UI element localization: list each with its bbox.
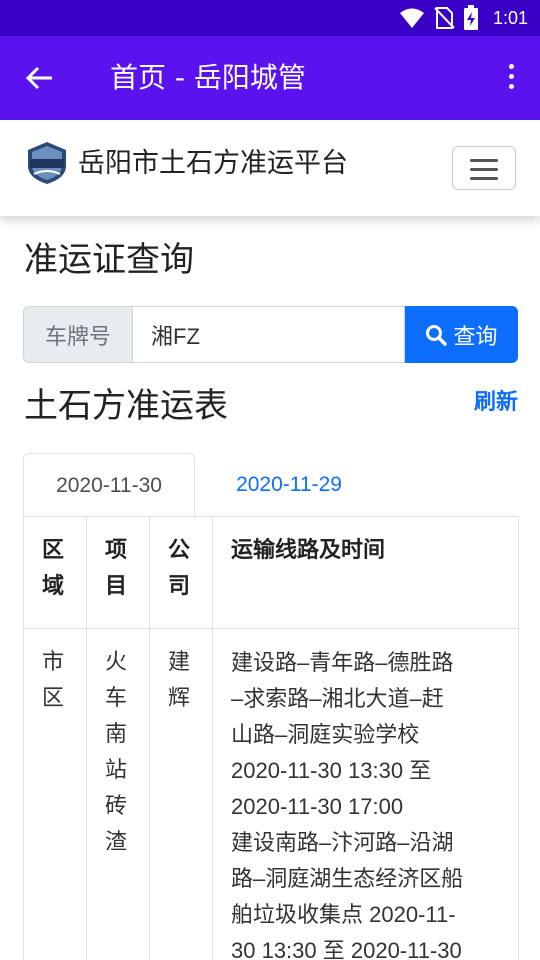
route-line: –求索路–湘北大道–赶 xyxy=(231,686,444,711)
route-line: 舶垃圾收集点 2020-11- xyxy=(231,902,456,927)
search-icon xyxy=(426,324,448,346)
tab-date-previous[interactable]: 2020-11-29 xyxy=(203,453,375,517)
overflow-menu-icon[interactable] xyxy=(506,64,516,94)
plate-search-input[interactable] xyxy=(133,306,405,363)
search-button-label: 查询 xyxy=(453,324,498,350)
refresh-link[interactable]: 刷新 xyxy=(474,384,518,416)
header-region: 区域 xyxy=(23,516,87,629)
navbar-toggle-button[interactable] xyxy=(452,146,516,190)
route-line: 路–洞庭湖生态经济区船 xyxy=(231,866,464,891)
date-tabs: 2020-11-30 2020-11-29 xyxy=(23,453,518,518)
section-title: 土石方准运表 xyxy=(24,386,228,426)
table-header-row: 区域 项目 公司 运输线路及时间 xyxy=(23,516,519,629)
route-line: 山路–洞庭实验学校 xyxy=(231,722,420,747)
plate-search-group: 车牌号 查询 xyxy=(23,306,518,363)
cell-region: 市区 xyxy=(23,628,87,960)
wifi-icon xyxy=(399,8,424,28)
route-line: 30 13:30 至 2020-11-30 xyxy=(231,938,462,960)
plate-label: 车牌号 xyxy=(23,306,133,363)
no-sim-icon xyxy=(434,7,455,29)
logo xyxy=(28,142,66,184)
route-line: 建设南路–汴河路–沿湖 xyxy=(231,830,454,855)
search-button[interactable]: 查询 xyxy=(405,306,518,363)
route-line: 建设路–青年路–德胜路 xyxy=(231,650,454,675)
battery-charging-icon xyxy=(463,5,478,30)
route-line: 2020-11-30 13:30 至 xyxy=(231,758,432,783)
clock: 1:01 xyxy=(492,7,528,28)
site-brand[interactable]: 岳阳市土石方准运平台 xyxy=(78,144,348,184)
page-title: 准运证查询 xyxy=(24,240,194,280)
header-route-time: 运输线路及时间 xyxy=(212,516,519,629)
header-company: 公司 xyxy=(149,516,213,629)
route-line: 2020-11-30 17:00 xyxy=(231,794,404,819)
cell-company: 建辉 xyxy=(149,628,213,960)
table-row: 市区 火车南站砖渣 建辉 建设路–青年路–德胜路 –求索路–湘北大道–赶 山路–… xyxy=(23,628,519,960)
site-header: 岳阳市土石方准运平台 xyxy=(0,120,540,216)
permit-table: 区域 项目 公司 运输线路及时间 市区 火车南站砖渣 建辉 建设路–青年路–德胜… xyxy=(23,516,519,960)
status-bar: 1:01 xyxy=(0,0,540,36)
app-title: 首页 - 岳阳城管 xyxy=(110,61,306,94)
cell-project: 火车南站砖渣 xyxy=(86,628,150,960)
status-icons: 1:01 xyxy=(399,5,528,31)
cell-route-time: 建设路–青年路–德胜路 –求索路–湘北大道–赶 山路–洞庭实验学校 2020-1… xyxy=(212,628,519,960)
tab-date-active[interactable]: 2020-11-30 xyxy=(23,453,195,518)
back-arrow-icon[interactable] xyxy=(22,62,58,94)
header-project: 项目 xyxy=(86,516,150,629)
app-bar: 首页 - 岳阳城管 xyxy=(0,36,540,120)
